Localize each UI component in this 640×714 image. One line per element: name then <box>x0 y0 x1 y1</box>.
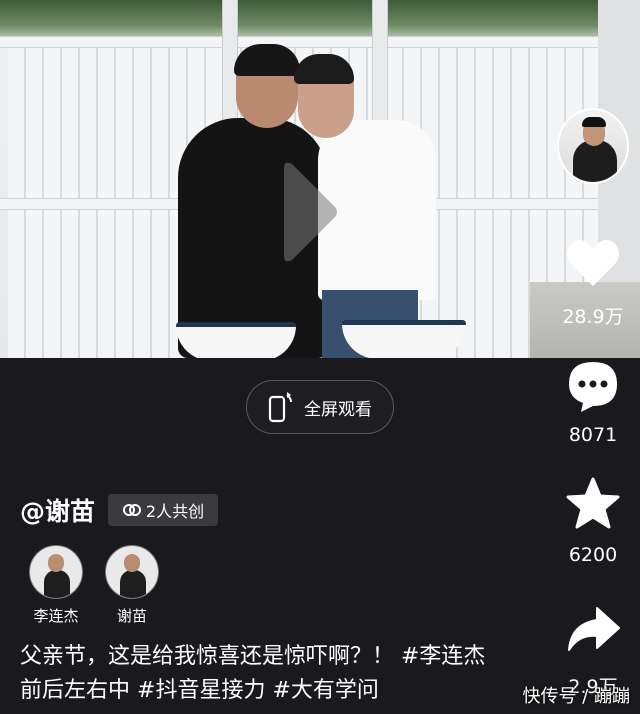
comment-icon <box>569 362 617 412</box>
comment-count: 8071 <box>568 424 618 446</box>
video-player[interactable] <box>0 0 640 358</box>
fence-rail <box>0 36 640 48</box>
favorite-count: 6200 <box>568 544 618 566</box>
favorite-button[interactable] <box>556 476 630 536</box>
collaborator-name: 谢苗 <box>116 607 147 625</box>
like-count: 28.9万 <box>562 306 624 328</box>
collab-label: 2人共创 <box>145 502 205 521</box>
basin-right <box>342 320 466 358</box>
user-avatar-icon[interactable] <box>557 108 629 184</box>
hashtag-douyin-relay[interactable]: #抖音星接力 <box>137 678 265 703</box>
comment-button[interactable] <box>556 358 630 418</box>
author-handle[interactable]: @谢苗 <box>20 492 95 528</box>
share-button[interactable] <box>556 604 630 658</box>
fullscreen-phone-icon <box>268 392 292 423</box>
link-icon <box>122 504 141 516</box>
video-caption: 父亲节，这是给我惊喜还是惊吓啊？！ #李连杰前后左右中 #抖音星接力 #大有学问 <box>20 640 500 708</box>
collaborator-name: 李连杰 <box>33 607 79 625</box>
collab-badge[interactable]: 2人共创 <box>108 494 218 526</box>
hashtag-da-you-xue-wen[interactable]: #大有学问 <box>272 678 378 703</box>
basin-left <box>176 322 296 358</box>
play-icon[interactable] <box>278 158 340 266</box>
fullscreen-button[interactable]: 全屏观看 <box>246 380 394 434</box>
fullscreen-label: 全屏观看 <box>304 399 372 420</box>
caption-text: 父亲节，这是给我惊喜还是惊吓啊？！ <box>20 644 401 669</box>
collaborator-avatar <box>105 545 159 599</box>
watermark: 快传号 / 蹦蹦 <box>522 686 630 707</box>
collaborator-xie-miao[interactable]: 谢苗 <box>92 545 172 626</box>
collaborator-li-lianjie[interactable]: 李连杰 <box>16 545 96 626</box>
share-arrow-icon <box>568 607 620 651</box>
star-icon <box>566 477 620 529</box>
heart-icon <box>567 239 619 286</box>
collaborator-avatar <box>29 545 83 599</box>
like-button[interactable] <box>556 236 630 292</box>
